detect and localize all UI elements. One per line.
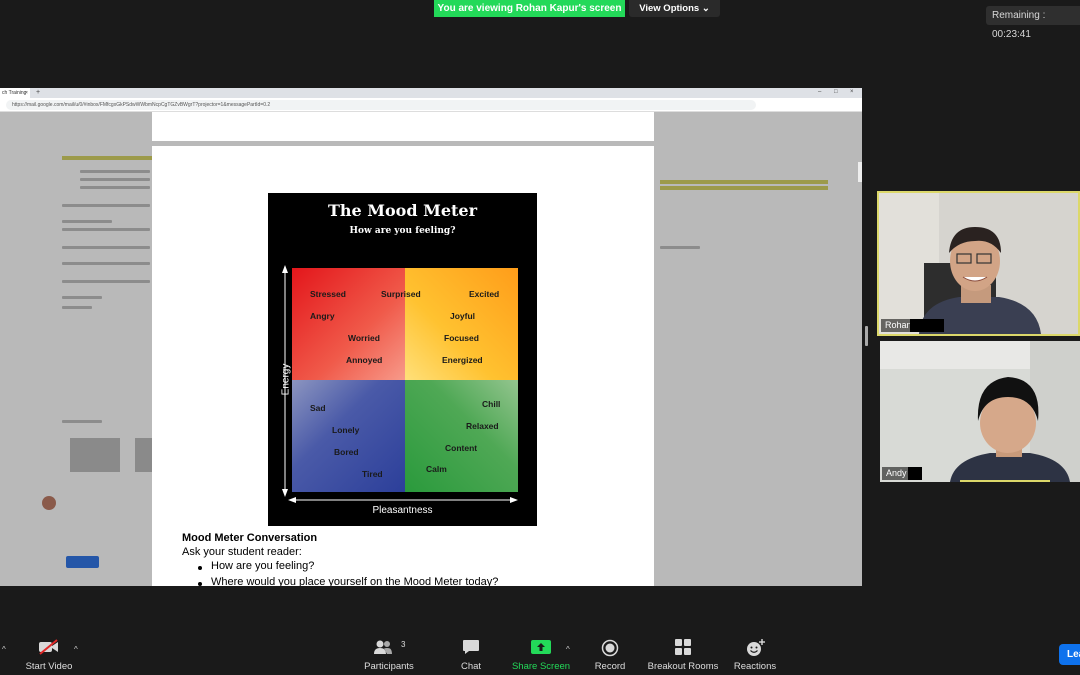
participant-video-rohan: [879, 193, 1078, 334]
energy-axis-label: Energy: [280, 363, 292, 396]
minimize-icon[interactable]: –: [818, 89, 821, 95]
bullet-icon: [198, 582, 202, 586]
record-button[interactable]: Record: [585, 628, 635, 675]
document-page-top: [152, 112, 654, 141]
splitter-handle[interactable]: [865, 326, 868, 346]
browser-tab-bar: ch Training × + – □ ×: [0, 88, 862, 98]
speaking-indicator: [960, 480, 1050, 482]
reactions-icon: [747, 639, 765, 656]
pleasantness-axis-label: Pleasantness: [372, 505, 433, 516]
axes-arrows: [282, 265, 518, 503]
chevron-down-icon: ⌄: [701, 3, 710, 14]
breakout-rooms-button[interactable]: Breakout Rooms: [645, 628, 721, 675]
start-video-label: Start Video: [25, 661, 73, 672]
bullet-item: How are you feeling?: [211, 560, 315, 572]
chat-icon: [463, 640, 479, 654]
chat-label: Chat: [460, 661, 482, 672]
document-page: The Mood Meter How are you feeling? Stre…: [152, 146, 654, 586]
reactions-label: Reactions: [733, 661, 777, 672]
meeting-toolbar: ^ Start Video ^ 3 Participants Chat Shar…: [0, 628, 1080, 675]
share-options-caret[interactable]: ^: [566, 645, 570, 654]
video-tile-rohan[interactable]: Rohan: [877, 191, 1080, 336]
participants-label: Participants: [364, 661, 414, 672]
chat-button[interactable]: Chat: [446, 628, 496, 675]
browser-toolbar: https://mail.google.com/mail/u/0/#inbox/…: [0, 98, 862, 112]
share-screen-button[interactable]: Share Screen: [510, 628, 572, 675]
browser-tab[interactable]: ch Training ×: [0, 88, 30, 98]
share-screen-label: Share Screen: [511, 661, 571, 672]
record-icon: [601, 639, 619, 657]
new-tab-icon[interactable]: +: [36, 88, 40, 98]
conversation-intro: Ask your student reader:: [182, 546, 302, 558]
participant-video-andy: [880, 341, 1080, 482]
bullet-icon: [198, 566, 202, 570]
breakout-rooms-label: Breakout Rooms: [647, 661, 719, 672]
participant-count: 3: [401, 640, 406, 649]
zoom-window: You are viewing Rohan Kapur's screen Vie…: [0, 0, 1080, 675]
address-url: https://mail.google.com/mail/u/0/#inbox/…: [12, 102, 271, 108]
viewing-screen-banner: You are viewing Rohan Kapur's screen: [434, 0, 625, 17]
bullet-item: Where would you place yourself on the Mo…: [211, 576, 499, 586]
start-video-button[interactable]: Start Video: [18, 628, 80, 675]
record-label: Record: [594, 661, 626, 672]
caret-icon[interactable]: ^: [2, 645, 6, 654]
name-redaction: [910, 319, 944, 332]
leave-button[interactable]: Lea: [1059, 644, 1080, 665]
share-screen-icon: [531, 640, 551, 654]
video-off-icon: [39, 639, 58, 655]
participant-name: Andy: [882, 467, 911, 480]
reactions-button[interactable]: Reactions: [729, 628, 781, 675]
remaining-time: Remaining : 00:23:41: [986, 6, 1080, 40]
video-tile-andy[interactable]: Andy: [880, 341, 1080, 482]
address-bar[interactable]: https://mail.google.com/mail/u/0/#inbox/…: [6, 100, 756, 110]
conversation-heading: Mood Meter Conversation: [182, 532, 318, 544]
mood-meter-image: The Mood Meter How are you feeling? Stre…: [268, 193, 537, 526]
participants-icon: [374, 640, 392, 654]
view-options-label: View Options: [639, 3, 700, 14]
participants-button[interactable]: 3 Participants: [358, 628, 420, 675]
close-window-icon[interactable]: ×: [850, 89, 854, 95]
video-options-caret[interactable]: ^: [74, 645, 78, 654]
maximize-icon[interactable]: □: [834, 89, 838, 95]
browser-tab-label: ch Training: [2, 90, 27, 96]
breakout-rooms-icon: [675, 639, 691, 655]
view-options-button[interactable]: View Options ⌄: [629, 0, 720, 17]
name-redaction: [908, 467, 922, 480]
close-icon[interactable]: ×: [25, 88, 28, 98]
